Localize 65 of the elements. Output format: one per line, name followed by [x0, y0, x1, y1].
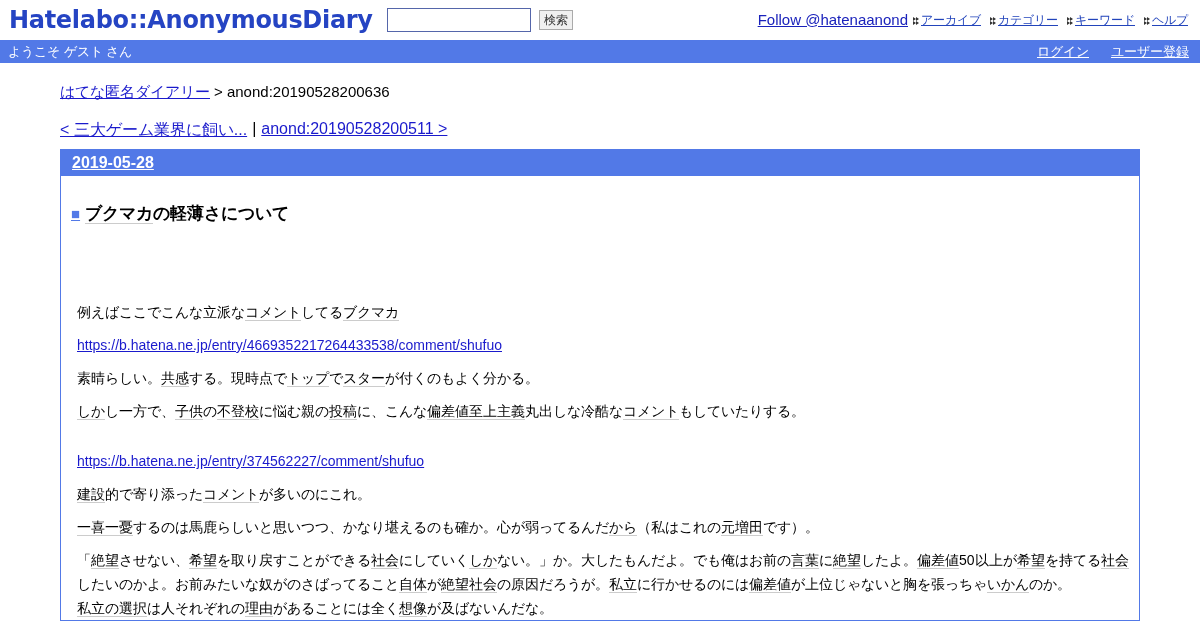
- next-link[interactable]: anond:20190528200511 >: [261, 120, 448, 141]
- keyword-link[interactable]: 想像: [399, 600, 427, 617]
- keyword-link[interactable]: 希望: [189, 552, 217, 569]
- paragraph: しかし一方で、子供の不登校に悩む親の投稿に、こんな偏差値至上主義丸出しな冷酷な コメント もしていたりする。: [77, 402, 806, 422]
- keyword-link[interactable]: 言葉: [791, 552, 819, 569]
- keyword-link[interactable]: 自体: [399, 576, 427, 593]
- search-field[interactable]: [386, 8, 531, 32]
- keyword-link[interactable]: コメント: [623, 403, 679, 420]
- keyword-link[interactable]: 私立: [609, 576, 637, 593]
- keyword-link[interactable]: いかん: [987, 576, 1029, 593]
- welcome-text: ようこそ ゲスト さん: [8, 42, 133, 61]
- keyword-link[interactable]: 希望: [1016, 552, 1045, 569]
- breadcrumb-link[interactable]: はてな匿名ダイアリー: [60, 83, 210, 102]
- keyword-link[interactable]: から: [609, 519, 637, 536]
- keyword-link[interactable]: 理由: [245, 600, 273, 617]
- keyword-link[interactable]: 絶望社会: [441, 576, 497, 593]
- keyword-link[interactable]: コメント: [203, 486, 259, 503]
- keyword-link[interactable]: 元増田: [721, 519, 763, 536]
- url-link[interactable]: https://b.hatena.ne.jp/entry/374562227/comment/shufuo: [77, 453, 425, 469]
- keyword-link[interactable]: 偏差値至上主義: [427, 403, 525, 420]
- paragraph: 一喜一憂するのは馬鹿らしいと思いつつ、かなり堪えるのも確か。心が弱ってるんだから（私はこれの元増田 です）。: [77, 518, 820, 538]
- site-logo[interactable]: Hatelabo::AnonymousDiary: [9, 6, 373, 34]
- pager-separator: |: [252, 120, 257, 139]
- keyword-link[interactable]: 一喜一憂: [77, 519, 133, 536]
- user-link[interactable]: ログイン: [1037, 42, 1089, 61]
- entry-title: ■ ブクマカの軽薄さについて: [71, 203, 291, 225]
- keyword-link[interactable]: 子供: [175, 403, 203, 420]
- paragraph: 「絶望 させない、希望を取り戻すことができる社会にしていく しかない。」か。大したもんだよ。でも俺はお前の言葉に絶望 したよ。偏差値50以上が希望を持てる社会 したいのかよ。お前みたいな奴がのさばってること 自体が絶望社会の原因だろうが。私立に行かせるのには偏差値が上位じゃないと胸を張っちゃいかんのか。 私立の選択は人それぞれの理由があることには全く想像が及ばないんだな。: [77, 551, 1129, 619]
- keyword-link[interactable]: 社会: [1100, 552, 1129, 569]
- nav-link[interactable]: アーカイブ: [921, 12, 981, 29]
- search-button[interactable]: 検索: [538, 10, 573, 30]
- chevron-icon: [1067, 16, 1073, 25]
- chevron-icon: [1144, 16, 1150, 25]
- keyword-link[interactable]: 不登校: [217, 403, 259, 420]
- paragraph: 例えばここでこんな立派な コメント してる ブクマカ: [77, 303, 400, 323]
- paragraph: 建設的で寄り添った コメントが多いのにこれ。: [77, 485, 372, 505]
- keyword-link[interactable]: 建設: [77, 486, 105, 503]
- keyword-link[interactable]: スター: [343, 370, 385, 387]
- nav-link[interactable]: ヘルプ: [1152, 12, 1188, 29]
- breadcrumb-current: > anond:20190528200636: [214, 83, 390, 102]
- keyword-link[interactable]: ブクマカ: [343, 304, 399, 321]
- user-link[interactable]: ユーザー登録: [1111, 42, 1189, 61]
- url-link[interactable]: https://b.hatena.ne.jp/entry/4669352217264433538/comment/shufuo: [77, 337, 502, 353]
- section-mark-link[interactable]: ■: [71, 205, 81, 222]
- keyword-link[interactable]: トップ: [287, 370, 329, 387]
- keyword-link[interactable]: 絶望: [91, 552, 119, 569]
- keyword-link[interactable]: しか: [77, 403, 105, 420]
- date-link[interactable]: 2019-05-28: [72, 154, 154, 172]
- prev-link[interactable]: < 三大ゲーム業界に飼い...: [60, 120, 248, 141]
- keyword-link[interactable]: 偏差値: [749, 576, 791, 593]
- nav-link[interactable]: キーワード: [1075, 12, 1135, 29]
- keyword-link[interactable]: 偏差値: [917, 552, 959, 569]
- nav-link[interactable]: カテゴリー: [998, 12, 1058, 29]
- keyword-link[interactable]: 絶望: [833, 552, 861, 569]
- chevron-icon: [913, 16, 919, 25]
- keyword-link[interactable]: ブクマカ: [85, 204, 154, 224]
- keyword-link[interactable]: 私立の選択: [77, 600, 147, 617]
- paragraph: 素晴らしい。共感する。現時点で トップでスターが付くのもよく分かる。: [77, 369, 540, 389]
- keyword-link[interactable]: しか: [469, 552, 497, 569]
- keyword-link[interactable]: コメント: [245, 304, 301, 321]
- chevron-icon: [990, 16, 996, 25]
- keyword-link[interactable]: 投稿: [329, 403, 357, 420]
- follow-link[interactable]: Follow @hatenaanond: [757, 10, 908, 28]
- keyword-link[interactable]: 共感: [161, 370, 189, 387]
- keyword-link[interactable]: 社会: [371, 552, 399, 569]
